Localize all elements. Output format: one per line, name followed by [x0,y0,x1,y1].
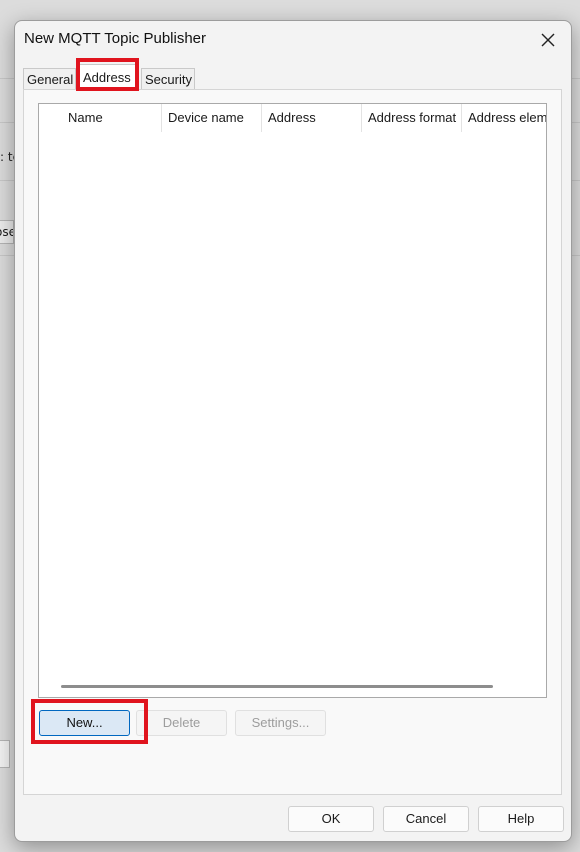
background-button: ose [0,220,14,244]
delete-button[interactable]: Delete [136,710,227,736]
horizontal-scrollbar[interactable] [61,685,493,688]
tab-general[interactable]: General [23,68,76,89]
column-header-spacer [39,104,62,132]
help-button[interactable]: Help [478,806,564,832]
column-header-address-element[interactable]: Address elem [462,104,546,132]
column-header-address[interactable]: Address [262,104,362,132]
address-list[interactable]: Name Device name Address Address format … [38,103,547,698]
background-button-label: ose [0,225,13,239]
tab-security[interactable]: Security [141,68,195,89]
cancel-button[interactable]: Cancel [383,806,469,832]
column-header-address-format[interactable]: Address format [362,104,462,132]
background-field [0,740,10,768]
settings-button[interactable]: Settings... [235,710,326,736]
dialog-title: New MQTT Topic Publisher [24,30,207,47]
dialog-titlebar: New MQTT Topic Publisher [15,21,571,59]
column-header-name[interactable]: Name [62,104,162,132]
tab-address[interactable]: Address [79,64,139,90]
new-button[interactable]: New... [39,710,130,736]
mqtt-publisher-dialog: New MQTT Topic Publisher General Address… [14,20,572,842]
address-tab-panel: Name Device name Address Address format … [23,89,562,795]
close-icon [541,33,555,47]
list-header: Name Device name Address Address format … [39,104,546,132]
ok-button[interactable]: OK [288,806,374,832]
column-header-device-name[interactable]: Device name [162,104,262,132]
close-button[interactable] [533,25,563,55]
